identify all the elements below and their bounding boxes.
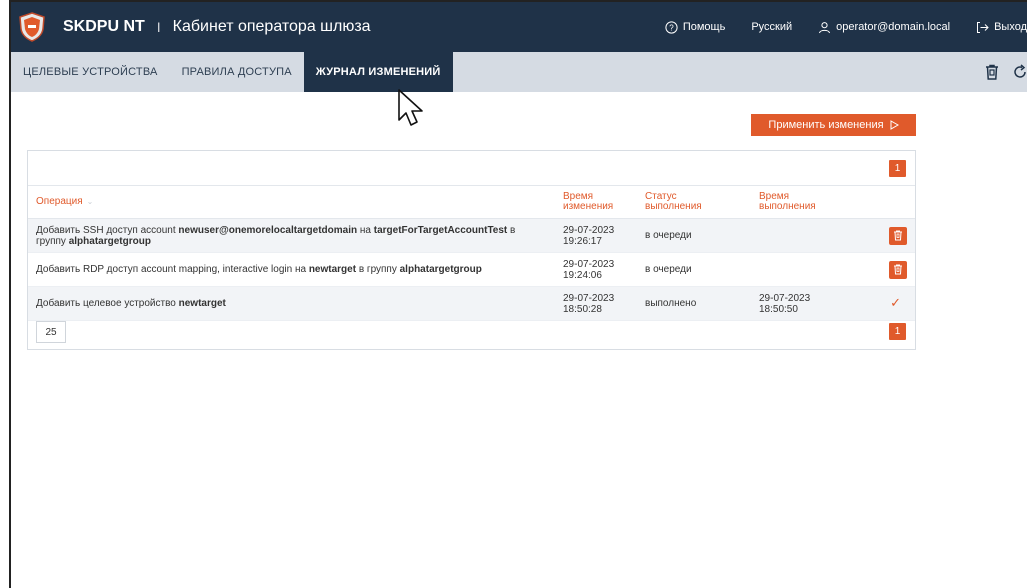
pagination-top[interactable]: 1 <box>889 160 906 177</box>
tab-target-devices[interactable]: ЦЕЛЕВЫЕ УСТРОЙСТВА <box>11 52 170 92</box>
mouse-cursor-icon <box>398 89 423 126</box>
tab-access-rules[interactable]: ПРАВИЛА ДОСТУПА <box>170 52 304 92</box>
changed-time-cell: 29-07-2023 19:24:06 <box>555 252 637 287</box>
trash-icon <box>894 264 902 275</box>
executed-time-cell <box>751 218 851 253</box>
column-changed-time[interactable]: Время изменения <box>555 186 637 219</box>
logout-button[interactable]: Выход <box>976 21 1027 34</box>
trash-icon[interactable] <box>985 64 999 80</box>
svg-text:?: ? <box>669 23 674 32</box>
change-log-panel: 1 Операция ⌄ Время изменения Статус выполне… <box>27 150 916 350</box>
sort-icon: ⌄ <box>86 197 94 206</box>
tab-toolbar <box>985 52 1027 92</box>
column-status[interactable]: Статус выполнения <box>637 186 751 219</box>
delete-button[interactable] <box>889 260 907 279</box>
status-cell: в очереди <box>637 252 751 287</box>
help-circle-icon: ? <box>665 20 678 34</box>
column-actions <box>851 186 915 219</box>
tab-bar: ЦЕЛЕВЫЕ УСТРОЙСТВА ПРАВИЛА ДОСТУПА ЖУРНА… <box>11 52 1027 92</box>
column-operation[interactable]: Операция ⌄ <box>28 186 555 219</box>
user-email: operator@domain.local <box>836 21 951 33</box>
panel-header: 1 <box>28 151 915 186</box>
page-size-selector[interactable]: 25 <box>36 321 66 343</box>
app-window: SKDPU NT I Кабинет оператора шлюза ? Пом… <box>9 0 1027 588</box>
top-navbar: SKDPU NT I Кабинет оператора шлюза ? Пом… <box>11 2 1027 52</box>
apply-arrow-icon <box>890 120 899 130</box>
executed-time-cell <box>751 252 851 287</box>
operation-cell: Добавить SSH доступ account newuser@onem… <box>28 218 555 253</box>
trash-icon <box>894 230 902 241</box>
tab-change-log[interactable]: ЖУРНАЛ ИЗМЕНЕНИЙ <box>303 52 453 92</box>
check-icon: ✓ <box>890 295 901 310</box>
shield-logo-icon <box>17 10 47 44</box>
status-cell: в очереди <box>637 218 751 253</box>
user-menu[interactable]: operator@domain.local <box>818 21 950 34</box>
operation-cell: Добавить RDP доступ account mapping, int… <box>28 252 555 287</box>
logout-label: Выход <box>994 21 1027 33</box>
user-icon <box>819 21 831 33</box>
table-row: Добавить SSH доступ account newuser@onem… <box>28 218 915 253</box>
language-label: Русский <box>751 21 793 33</box>
title-separator: I <box>156 19 161 35</box>
table-header-row: Операция ⌄ Время изменения Статус выполнени… <box>28 186 915 219</box>
language-selector[interactable]: Русский <box>751 21 792 33</box>
refresh-icon[interactable] <box>1013 64 1027 80</box>
changed-time-cell: 29-07-2023 19:26:17 <box>555 218 637 253</box>
brand-name: SKDPU NT <box>63 18 145 35</box>
panel-footer: 25 1 <box>28 315 915 349</box>
apply-changes-label: Применить изменения <box>768 119 884 131</box>
change-log-table: Операция ⌄ Время изменения Статус выполнени… <box>28 186 915 321</box>
column-executed-time[interactable]: Время выполнения <box>751 186 851 219</box>
help-link[interactable]: ? Помощь <box>665 20 726 34</box>
apply-changes-button[interactable]: Применить изменения <box>751 114 916 136</box>
pagination-bottom[interactable]: 1 <box>889 323 906 340</box>
page-title: Кабинет оператора шлюза <box>172 18 371 35</box>
table-row: Добавить RDP доступ account mapping, int… <box>28 252 915 287</box>
header-actions: ? Помощь Русский operator@domain.local В… <box>665 2 1027 52</box>
delete-button[interactable] <box>889 226 907 245</box>
logout-arrow-icon <box>977 21 989 33</box>
help-label: Помощь <box>682 21 726 33</box>
